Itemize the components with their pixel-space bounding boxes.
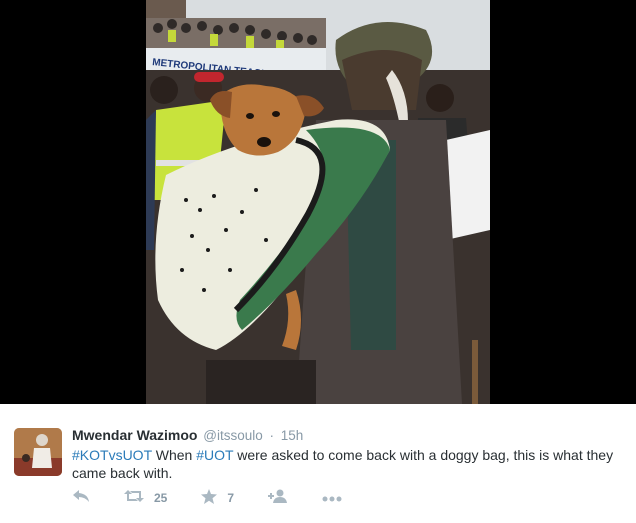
tweet-actions: 25 7 xyxy=(72,488,376,508)
tweet-header: Mwendar Wazimoo @itssoulo · 15h xyxy=(72,427,303,443)
favorite-button[interactable]: 7 xyxy=(201,488,235,508)
retweet-count: 25 xyxy=(154,491,168,505)
favorite-count: 7 xyxy=(227,491,235,505)
star-icon xyxy=(201,488,218,508)
reply-button[interactable] xyxy=(72,489,90,507)
author-handle[interactable]: @itssoulo xyxy=(203,428,262,443)
hashtag-link[interactable]: #UOT xyxy=(196,447,233,463)
follow-button[interactable] xyxy=(268,489,288,507)
tweet-timestamp[interactable]: 15h xyxy=(281,428,304,443)
tweet-text-part: When xyxy=(151,447,197,463)
media-container[interactable]: METROPOLITAN TEACHERS SACCO LTD xyxy=(0,0,636,404)
tweet-photo[interactable]: METROPOLITAN TEACHERS SACCO LTD xyxy=(146,0,490,404)
author-name[interactable]: Mwendar Wazimoo xyxy=(72,427,198,443)
more-icon xyxy=(322,490,342,506)
separator: · xyxy=(269,428,275,443)
reply-icon xyxy=(72,489,90,507)
hashtag-link[interactable]: #KOTvsUOT xyxy=(72,447,152,463)
avatar[interactable] xyxy=(14,428,62,476)
tweet[interactable]: Mwendar Wazimoo @itssoulo · 15h #KOTvsUO… xyxy=(0,404,636,523)
tweet-text: #KOTvsUOT When #UOT were asked to come b… xyxy=(72,446,628,482)
more-button[interactable] xyxy=(322,490,342,506)
retweet-button[interactable]: 25 xyxy=(124,489,167,507)
follow-icon xyxy=(268,489,288,507)
retweet-icon xyxy=(124,489,144,507)
